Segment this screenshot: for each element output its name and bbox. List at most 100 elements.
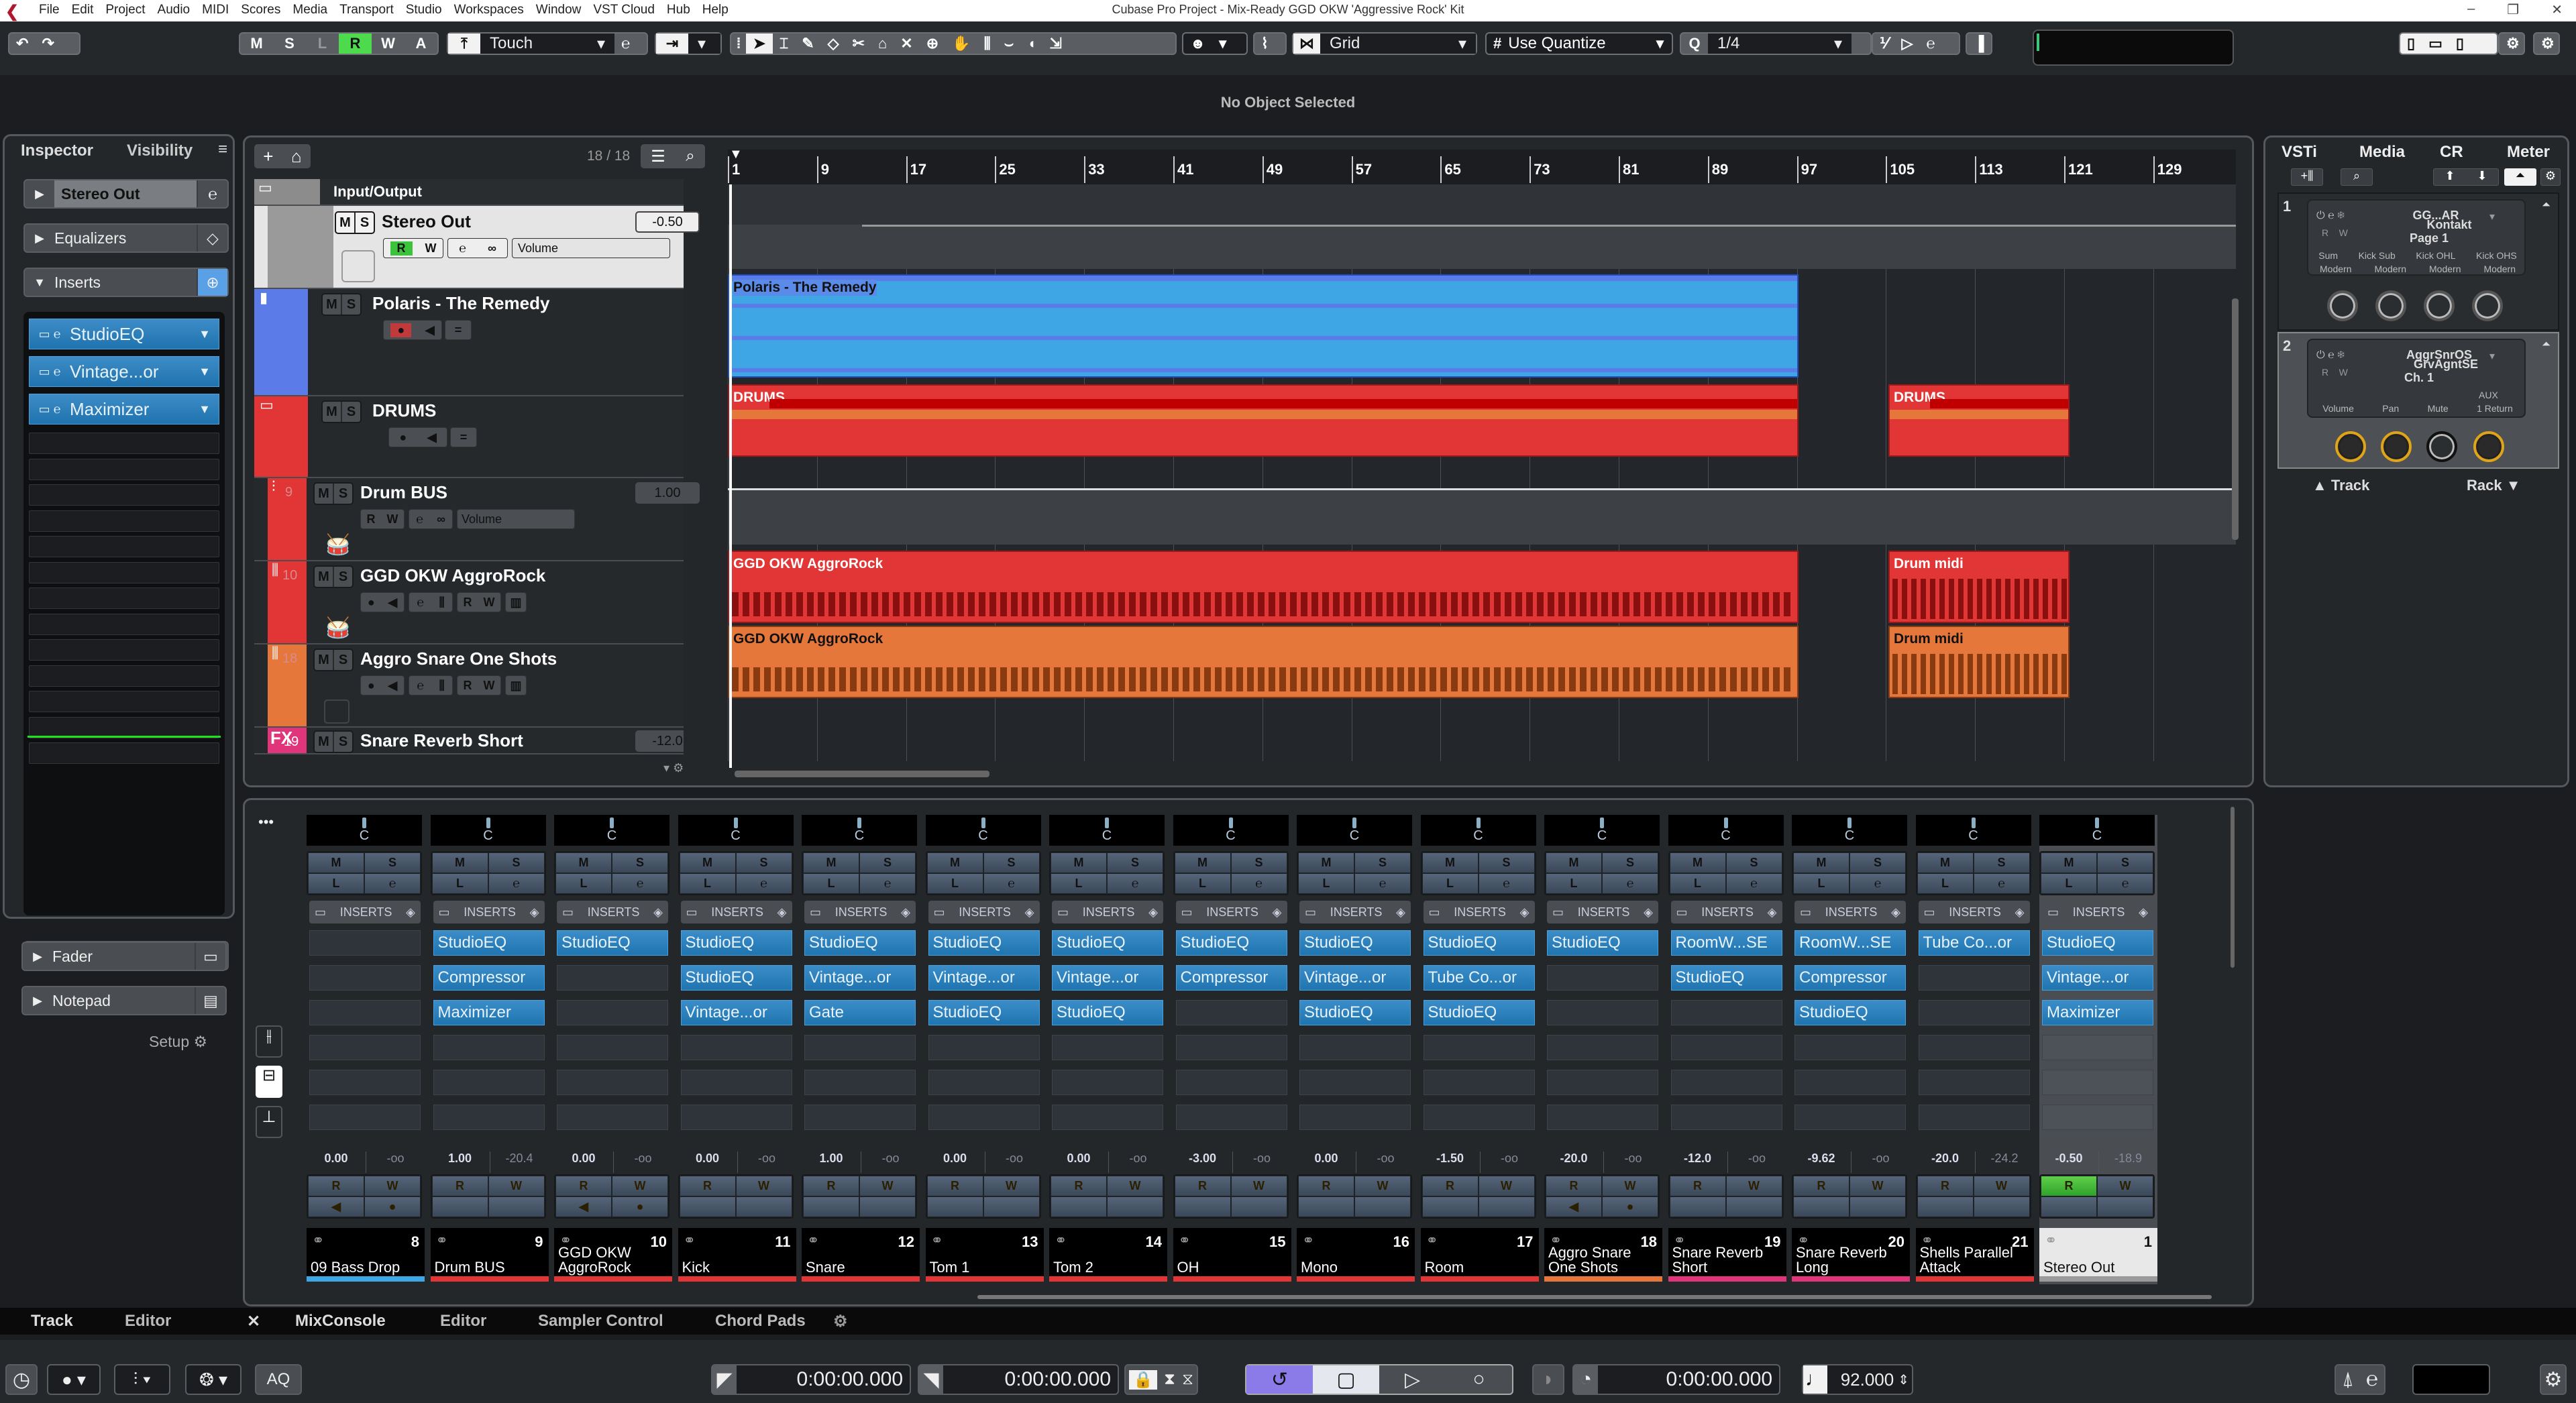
solo-button[interactable]: S: [1849, 852, 1906, 873]
read-automation-button[interactable]: R: [926, 1176, 983, 1196]
record-enable-button[interactable]: ●: [1602, 1196, 1658, 1217]
playhead-marker-icon[interactable]: ▼: [729, 147, 743, 162]
monitor-icon[interactable]: ◀: [388, 596, 397, 610]
mute-button[interactable]: M: [1546, 852, 1602, 873]
empty-insert-slot[interactable]: [29, 639, 219, 661]
pan-control[interactable]: C: [1544, 815, 1660, 846]
inserts-header[interactable]: ▭ INSERTS ◈: [1670, 901, 1782, 923]
listen-button[interactable]: L: [308, 873, 364, 894]
quick-control-knob-2[interactable]: [2375, 290, 2406, 321]
mute-solo-buttons[interactable]: MS: [313, 565, 354, 588]
track-list-settings[interactable]: ▾ ⚙: [663, 761, 684, 775]
inserts-bypass-icon[interactable]: ▭: [934, 905, 945, 919]
inserts-options-icon[interactable]: ◈: [1396, 905, 1405, 919]
write-automation-button[interactable]: W: [983, 1176, 1040, 1196]
empty-insert-slot[interactable]: [1670, 1070, 1782, 1095]
peak-value[interactable]: -oo: [366, 1152, 425, 1173]
mute-button[interactable]: M: [315, 732, 334, 752]
edit-channel-icon[interactable]: ℮: [459, 241, 466, 256]
volume-value[interactable]: -20.0: [1916, 1152, 1975, 1173]
monitor-button[interactable]: ◀: [308, 1196, 364, 1217]
monitor-button[interactable]: [1421, 1196, 1479, 1217]
empty-insert-slot[interactable]: [1423, 1035, 1535, 1060]
volume-value[interactable]: 1.00: [802, 1152, 861, 1173]
pan-control[interactable]: C: [802, 815, 917, 846]
empty-insert-slot[interactable]: [1175, 1000, 1287, 1025]
comp-tool-icon[interactable]: ⫼: [977, 34, 998, 54]
empty-insert-slot[interactable]: [1670, 1000, 1782, 1025]
solo-button[interactable]: S: [334, 484, 352, 504]
inserts-header[interactable]: ▭ INSERTS ◈: [680, 901, 792, 923]
inspector-section-inserts[interactable]: ▼ Inserts ⊕: [23, 268, 229, 297]
inserts-header[interactable]: ▭ INSERTS ◈: [1175, 901, 1287, 923]
search-icon[interactable]: ⌕: [2341, 168, 2373, 186]
monitor-button[interactable]: [803, 1196, 859, 1217]
solo-button[interactable]: S: [342, 402, 360, 422]
empty-insert-slot[interactable]: [1175, 1035, 1287, 1060]
volume-value[interactable]: 0.00: [554, 1152, 613, 1173]
empty-insert-slot[interactable]: [680, 1105, 792, 1130]
volume-value[interactable]: 1.00: [431, 1152, 490, 1173]
timeline-ruler[interactable]: 1 9 17 25 33 41 49 57 65 73 81 89 97 105 113 121 129: [728, 150, 2236, 184]
link-icon[interactable]: ⚭: [1179, 1232, 1191, 1249]
peak-value[interactable]: -24.2: [1974, 1152, 2034, 1173]
play-tool-icon[interactable]: ◖: [1020, 34, 1042, 54]
record-enable-icon[interactable]: ●: [399, 431, 407, 445]
write-automation-button[interactable]: W: [484, 679, 495, 693]
edit-channel-icon[interactable]: ℮: [1725, 873, 1782, 894]
write-automation-button[interactable]: W: [1725, 1176, 1782, 1196]
grid-type-select[interactable]: # Use Quantize ▾: [1485, 32, 1673, 55]
inserts-options-icon[interactable]: ◈: [777, 905, 787, 919]
solo-button[interactable]: S: [488, 852, 545, 873]
read-automation-button[interactable]: R: [1298, 1176, 1354, 1196]
link-icon[interactable]: ⚭: [1055, 1232, 1067, 1249]
lanes-icon[interactable]: ▥: [505, 592, 527, 612]
empty-insert-slot[interactable]: [1423, 1105, 1535, 1130]
peak-value[interactable]: -oo: [1479, 1152, 1539, 1173]
inserts-header[interactable]: ▭ INSERTS ◈: [1423, 901, 1535, 923]
write-automation-button[interactable]: W: [1230, 1176, 1287, 1196]
empty-insert-slot[interactable]: [1918, 1000, 2030, 1025]
record-enable-button[interactable]: [1849, 1196, 1906, 1217]
track-polaris[interactable]: ▮ MS Polaris - The Remedy ● ◀ =: [254, 289, 684, 396]
empty-insert-slot[interactable]: [680, 1070, 792, 1095]
insert-slot[interactable]: RoomW...SE: [1794, 930, 1906, 956]
inspector-section-fader[interactable]: ▶ Fader ▭: [21, 942, 227, 971]
cycle-button[interactable]: ↺: [1246, 1365, 1313, 1394]
pan-control[interactable]: C: [554, 815, 669, 846]
insert-slot[interactable]: Vintage...or: [1299, 965, 1411, 991]
empty-insert-slot[interactable]: [309, 965, 421, 991]
empty-insert-slot[interactable]: [29, 484, 219, 506]
automation-param-select[interactable]: Volume: [457, 509, 575, 529]
erase-tool-icon[interactable]: ◇: [821, 34, 846, 54]
peak-value[interactable]: -18.9: [2098, 1152, 2157, 1173]
mute-solo-buttons[interactable]: MS: [313, 482, 354, 505]
edit-channel-icon[interactable]: ℮: [983, 873, 1040, 894]
mute-button[interactable]: M: [1793, 852, 1849, 873]
listen-button[interactable]: L: [803, 873, 859, 894]
expand-slot-icon[interactable]: ⏶: [2542, 339, 2551, 351]
empty-insert-slot[interactable]: [29, 433, 219, 454]
inserts-bypass-icon[interactable]: ▭: [1181, 905, 1193, 919]
solo-button[interactable]: S: [735, 852, 792, 873]
iterative-quantize-icon[interactable]: ⅟: [1873, 34, 1895, 54]
glue-tool-icon[interactable]: ⌂: [871, 34, 894, 54]
empty-insert-slot[interactable]: [557, 965, 668, 991]
insert-slot[interactable]: Maximizer: [2042, 1000, 2153, 1025]
channel-name-box[interactable]: ⚭ 21 Shells Parallel Attack: [1915, 1228, 2034, 1282]
mute-button[interactable]: M: [555, 852, 612, 873]
empty-insert-slot[interactable]: [928, 1105, 1040, 1130]
add-track-icon[interactable]: +: [263, 146, 273, 167]
mixer-options-icon[interactable]: •••: [258, 813, 274, 831]
inserts-bypass-icon[interactable]: ▭: [1924, 905, 1935, 919]
channel-name-box[interactable]: ⚭ 19 Snare Reverb Short: [1668, 1228, 1786, 1282]
read-automation-button[interactable]: R: [1917, 1176, 1974, 1196]
peak-value[interactable]: -oo: [1108, 1152, 1167, 1173]
mute-button[interactable]: M: [1051, 852, 1107, 873]
channel-name-box[interactable]: ⚭ 18 Aggro Snare One Shots: [1544, 1228, 1662, 1282]
automation-edit-icon[interactable]: ℮: [614, 34, 637, 54]
record-mode-select[interactable]: ● ▾: [47, 1364, 101, 1395]
midi-record-mode-select[interactable]: ❂ ▾: [185, 1364, 241, 1395]
tab-track[interactable]: Track: [31, 1312, 73, 1331]
volume-value[interactable]: 0.00: [926, 1152, 985, 1173]
